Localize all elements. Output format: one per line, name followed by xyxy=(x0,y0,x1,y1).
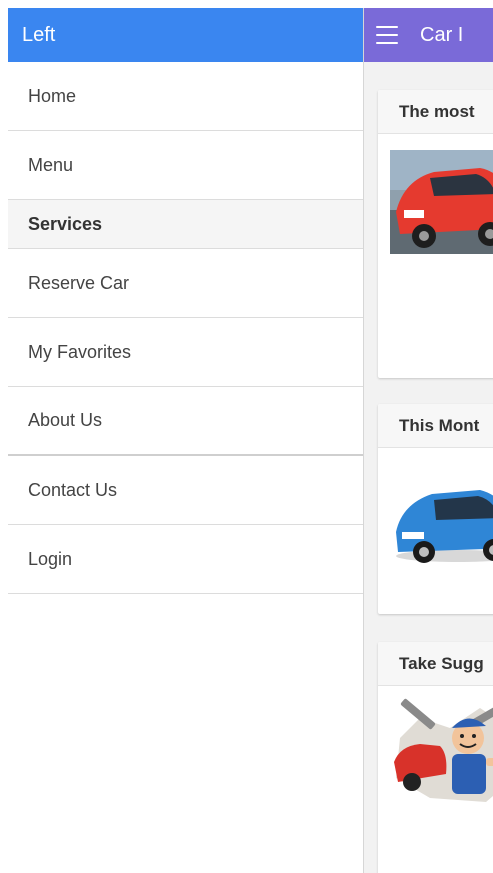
menu-item-login[interactable]: Login xyxy=(8,525,363,594)
menu-section-services: Services xyxy=(8,200,363,249)
main-header: Car I xyxy=(364,8,493,62)
card-this-month[interactable]: This Mont xyxy=(378,404,493,614)
card-title: Take Sugg xyxy=(378,642,493,686)
menu-item-contact-us[interactable]: Contact Us xyxy=(8,456,363,525)
menu-item-label: Login xyxy=(28,548,73,569)
card-most-popular[interactable]: The most xyxy=(378,90,493,378)
card-title: This Mont xyxy=(378,404,493,448)
card-take-suggestion[interactable]: Take Sugg xyxy=(378,642,493,873)
menu-item-home[interactable]: Home xyxy=(8,62,363,131)
menu-item-label: My Favorites xyxy=(28,341,132,362)
side-menu-title: Left xyxy=(22,23,56,46)
menu-item-label: Menu xyxy=(28,154,74,175)
hamburger-menu-icon[interactable] xyxy=(376,26,398,44)
menu-item-about-us[interactable]: About Us xyxy=(8,387,363,456)
menu-item-my-favorites[interactable]: My Favorites xyxy=(8,318,363,387)
mechanic-cartoon-image xyxy=(390,698,493,808)
menu-item-label: Reserve Car xyxy=(28,272,130,293)
main-title: Car I xyxy=(420,23,464,46)
side-menu: Left Home Menu Services Reserve Car My F… xyxy=(8,8,364,873)
menu-item-reserve-car[interactable]: Reserve Car xyxy=(8,249,363,318)
menu-item-menu[interactable]: Menu xyxy=(8,131,363,200)
main-content: Car I The most This Mont Take Sugg xyxy=(364,8,493,873)
menu-item-label: Contact Us xyxy=(28,479,118,500)
red-car-image xyxy=(390,150,493,254)
app-screen: Left Home Menu Services Reserve Car My F… xyxy=(0,0,493,873)
side-menu-header: Left xyxy=(8,8,363,62)
menu-item-label: About Us xyxy=(28,410,103,430)
card-title: The most xyxy=(378,90,493,134)
side-menu-list: Home Menu Services Reserve Car My Favori… xyxy=(8,62,363,594)
menu-item-label: Home xyxy=(28,85,77,106)
menu-section-label: Services xyxy=(28,213,103,234)
blue-car-image xyxy=(390,476,493,566)
